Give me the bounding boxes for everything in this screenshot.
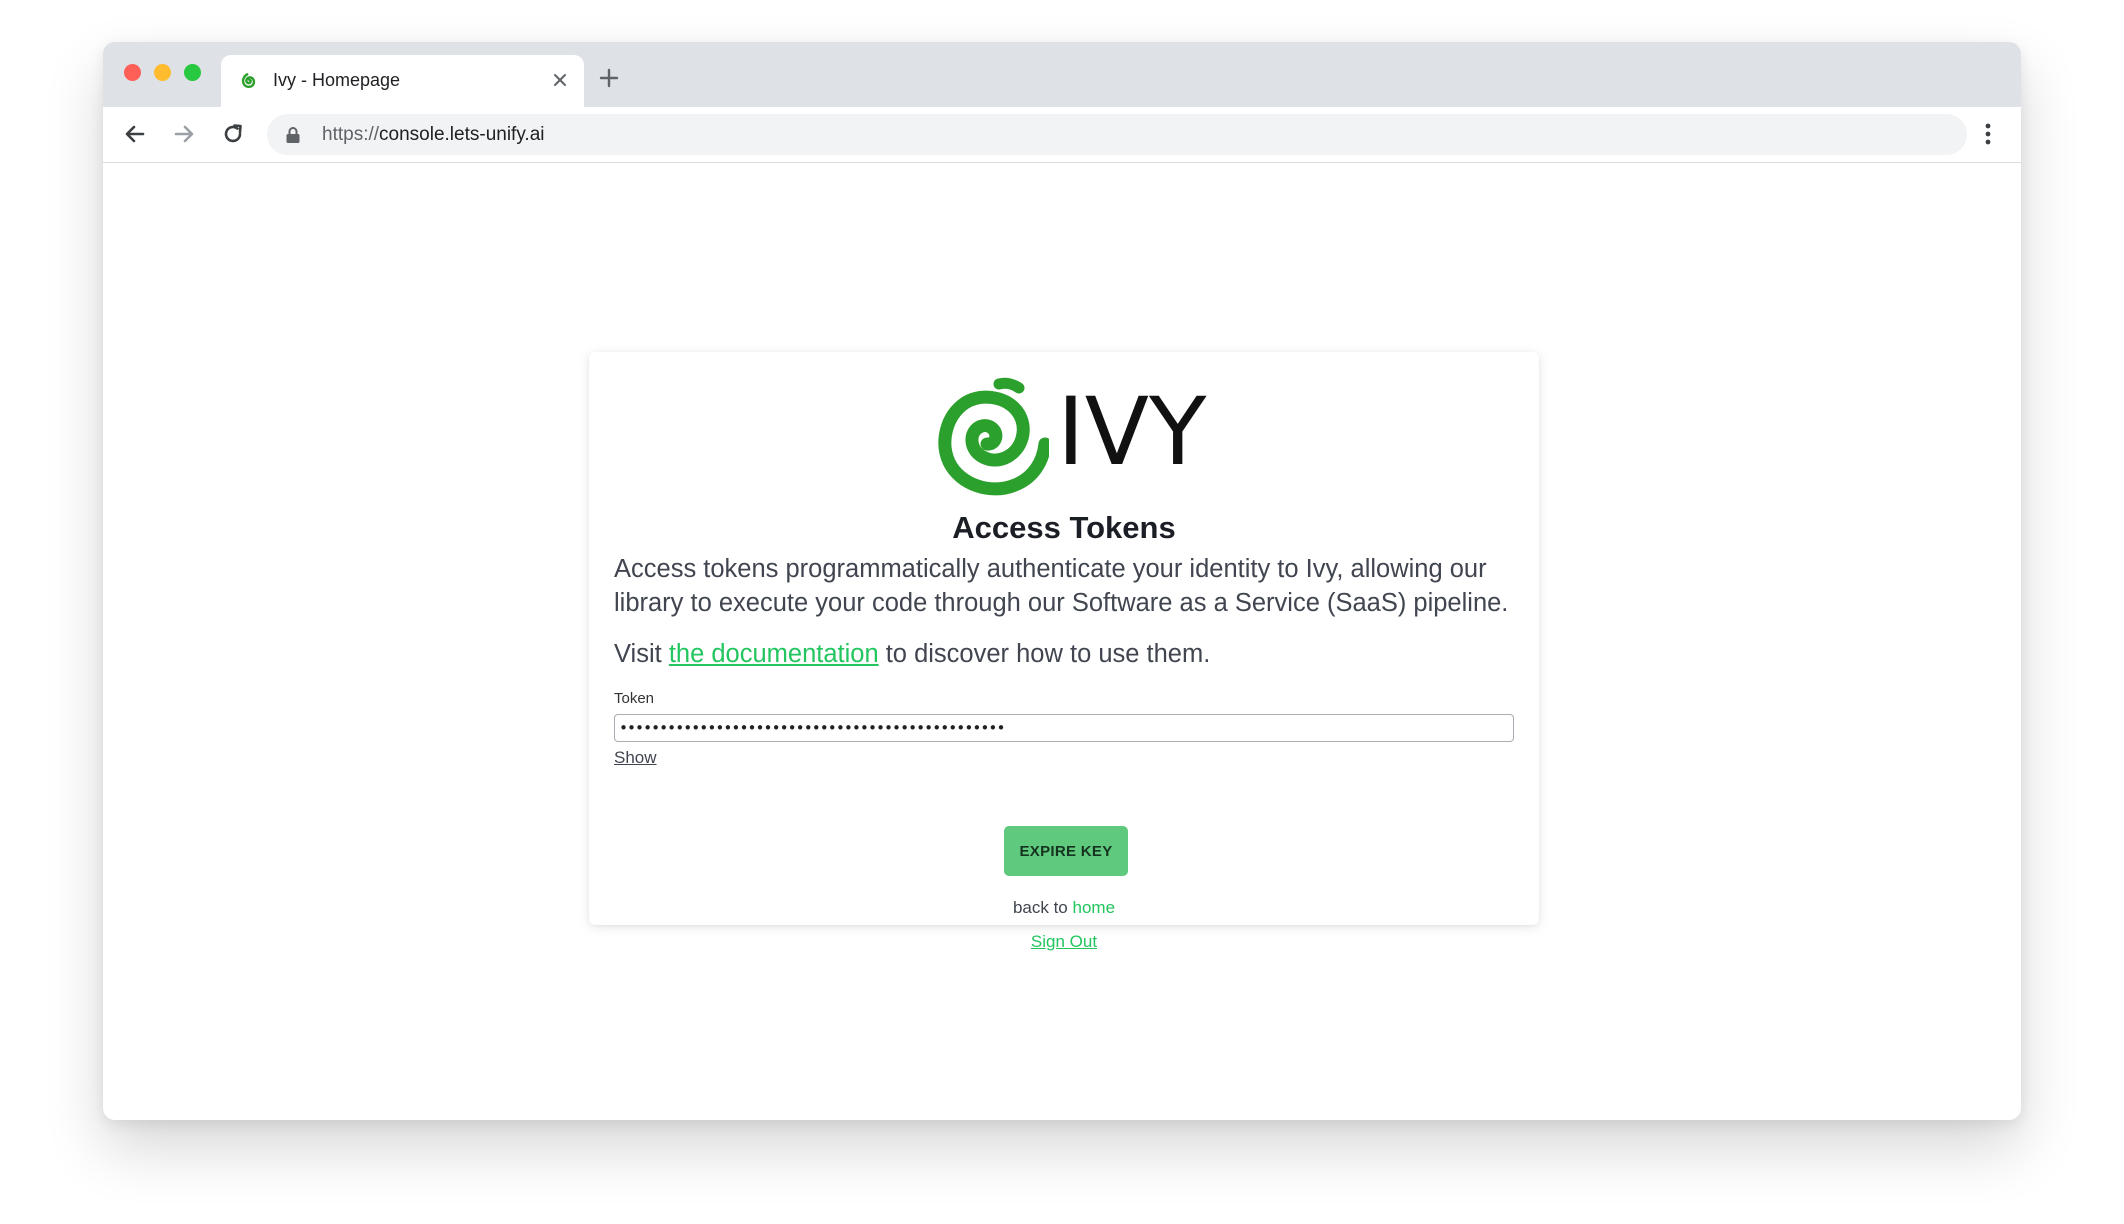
page-title: Access Tokens	[952, 510, 1176, 545]
visit-suffix: to discover how to use them.	[878, 640, 1211, 668]
back-to-home-line: back to home	[589, 898, 1539, 918]
back-prefix: back to	[1012, 898, 1073, 917]
window-minimize-button[interactable]	[154, 64, 171, 81]
ivy-spiral-logo-icon	[938, 377, 1049, 496]
expire-key-button[interactable]: EXPIRE KEY	[1004, 826, 1128, 876]
arrow-right-icon	[174, 125, 194, 143]
forward-button[interactable]	[169, 119, 199, 149]
access-tokens-description: Access tokens programmatically authentic…	[614, 555, 1509, 617]
documentation-link[interactable]: the documentation	[669, 640, 879, 668]
token-label: Token	[614, 690, 655, 707]
back-button[interactable]	[120, 119, 150, 149]
url-text: https://console.lets-unify.ai	[322, 124, 544, 146]
show-token-link[interactable]: Show	[614, 748, 657, 768]
new-tab-button[interactable]	[594, 63, 624, 93]
window-maximize-button[interactable]	[184, 64, 201, 81]
browser-toolbar: https://console.lets-unify.ai	[103, 107, 2021, 163]
browser-tab[interactable]: Ivy - Homepage	[221, 55, 584, 107]
kebab-menu-icon	[1985, 123, 1991, 145]
sign-out-link[interactable]: Sign Out	[1031, 932, 1097, 951]
ivy-logo-text: IVY	[1057, 378, 1207, 487]
arrow-left-icon	[125, 125, 145, 143]
access-tokens-card: IVY Access Tokens Access tokens programm…	[589, 352, 1539, 951]
url-scheme: https://	[322, 124, 380, 145]
lock-icon	[286, 127, 300, 143]
ivy-spiral-icon	[241, 73, 256, 89]
sign-out-line: Sign Out	[589, 932, 1539, 952]
close-icon[interactable]	[546, 66, 574, 94]
address-bar[interactable]: https://console.lets-unify.ai	[267, 114, 1967, 155]
token-field[interactable]: ••••••••••••••••••••••••••••••••••••••••…	[614, 714, 1514, 742]
url-host: console.lets-unify.ai	[379, 124, 545, 145]
ivy-logo: IVY	[929, 372, 1219, 507]
reload-button[interactable]	[218, 119, 248, 149]
browser-titlebar: Ivy - Homepage	[103, 42, 2021, 107]
reload-icon	[224, 124, 242, 143]
plus-icon	[599, 68, 619, 88]
browser-window: Ivy - Homepage https://console.lets-unif…	[103, 42, 2021, 1120]
home-link[interactable]: home	[1073, 898, 1116, 917]
window-close-button[interactable]	[124, 64, 141, 81]
tab-title: Ivy - Homepage	[273, 70, 401, 90]
documentation-line: Visit the documentation to discover how …	[614, 637, 1210, 671]
visit-prefix: Visit	[614, 640, 669, 668]
browser-menu-button[interactable]	[1973, 119, 2003, 149]
